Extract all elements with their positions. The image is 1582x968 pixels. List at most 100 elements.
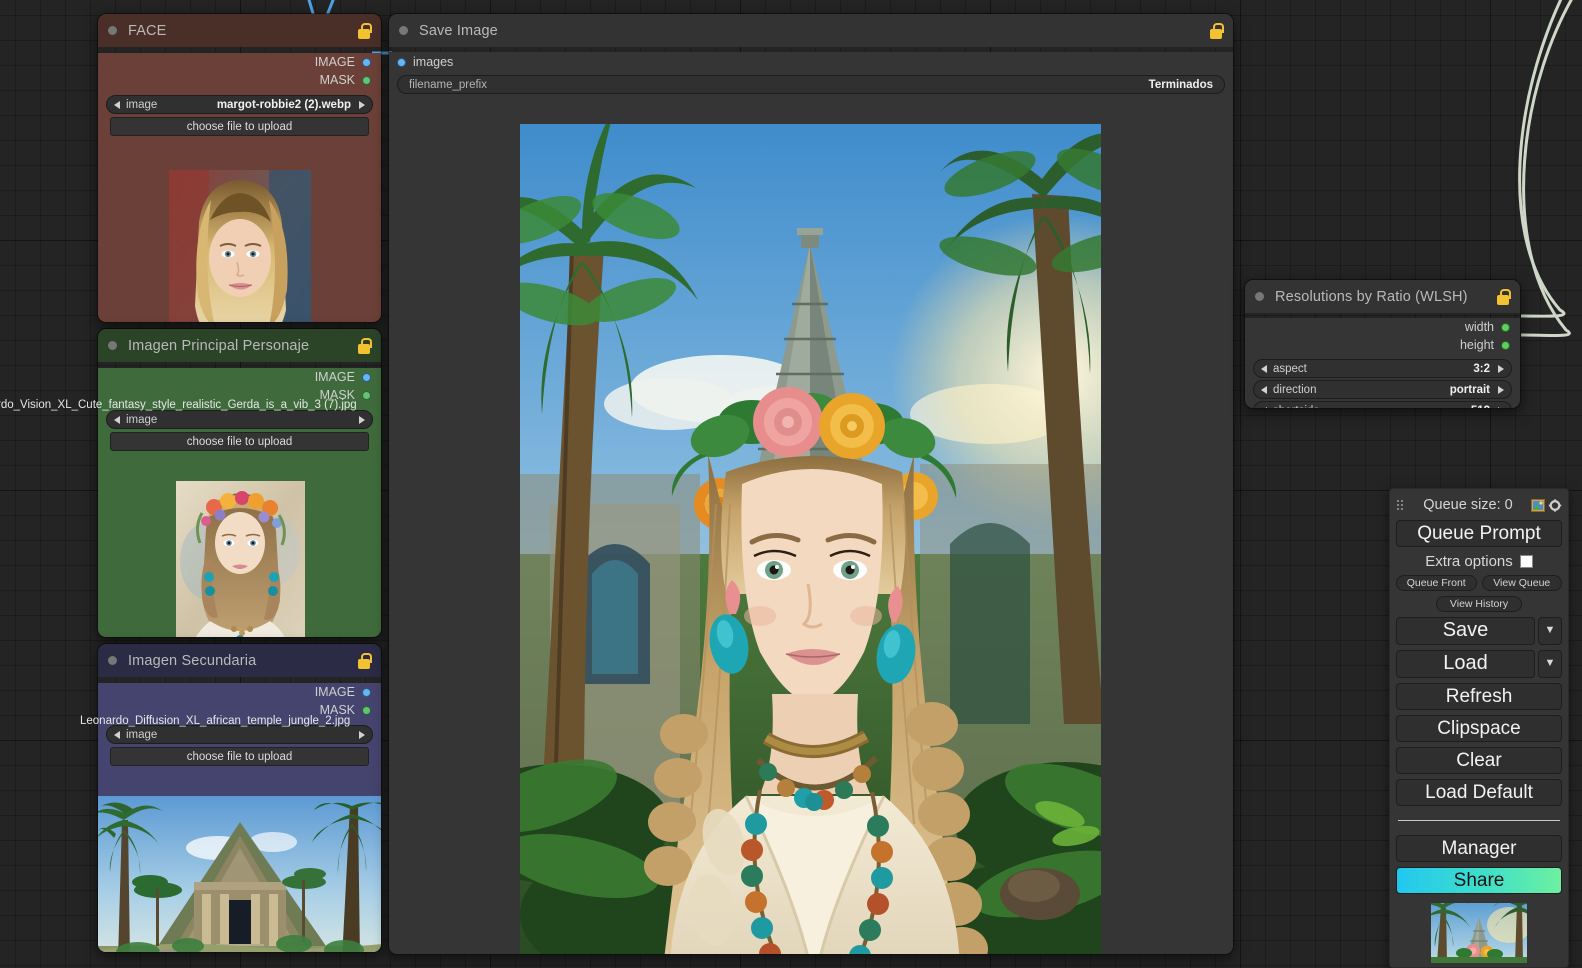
node-title-text: Save Image	[419, 22, 498, 39]
menu-preview-thumbnail[interactable]	[1431, 903, 1527, 963]
image-combo-widget[interactable]: image margot-robbie2 (2).webp	[106, 95, 373, 114]
direction-widget[interactable]: direction portrait	[1253, 380, 1512, 399]
output-slot-height[interactable]: height	[1245, 336, 1520, 354]
refresh-button[interactable]: Refresh	[1396, 683, 1562, 710]
output-slot-image[interactable]: IMAGE	[98, 53, 381, 71]
shortside-widget[interactable]: shortside 512	[1253, 401, 1512, 409]
output-slot-mask[interactable]: MASK	[98, 386, 381, 404]
lock-icon[interactable]	[357, 22, 372, 39]
collapse-dot-icon[interactable]	[108, 341, 117, 350]
menu-divider	[1398, 820, 1560, 821]
view-history-button[interactable]: View History	[1436, 596, 1522, 612]
node-title-text: Resolutions by Ratio (WLSH)	[1275, 288, 1468, 305]
save-caret-icon[interactable]: ▼	[1538, 617, 1562, 645]
comfy-menu-panel[interactable]: Queue size: 0 Queue Prompt Extra options…	[1389, 488, 1569, 968]
prev-arrow-icon[interactable]	[114, 730, 120, 739]
prev-arrow-icon[interactable]	[114, 415, 120, 424]
output-slot-image[interactable]: IMAGE	[98, 683, 381, 701]
menu-header[interactable]: Queue size: 0	[1396, 495, 1562, 515]
widget-value: 512	[1471, 405, 1490, 409]
mask-output-dot-icon[interactable]	[362, 75, 371, 85]
collapse-dot-icon[interactable]	[108, 26, 117, 35]
node-title-text: Imagen Secundaria	[128, 652, 257, 669]
view-queue-button[interactable]: View Queue	[1481, 575, 1562, 591]
drag-handle-icon[interactable]	[1396, 499, 1404, 511]
collapse-dot-icon[interactable]	[1255, 292, 1264, 301]
prev-arrow-icon[interactable]	[1261, 364, 1267, 373]
queue-prompt-button[interactable]: Queue Prompt	[1396, 520, 1562, 547]
node-title-bar[interactable]: Imagen Principal Personaje	[98, 329, 381, 362]
widget-value: portrait	[1449, 383, 1490, 396]
lock-icon[interactable]	[1496, 288, 1511, 305]
load-button-group[interactable]: Load ▼	[1396, 650, 1562, 678]
image-combo-widget[interactable]: image	[106, 725, 373, 744]
prev-arrow-icon[interactable]	[114, 100, 120, 109]
collapse-dot-icon[interactable]	[108, 656, 117, 665]
lock-icon[interactable]	[357, 652, 372, 669]
next-arrow-icon[interactable]	[359, 730, 365, 739]
lock-icon[interactable]	[357, 337, 372, 354]
output-slot-label: MASK	[319, 703, 355, 717]
widget-value: margot-robbie2 (2).webp	[216, 98, 351, 111]
choose-file-to-upload-button[interactable]: choose file to upload	[110, 432, 369, 451]
queue-front-button[interactable]: Queue Front	[1396, 575, 1477, 591]
node-title-bar[interactable]: Resolutions by Ratio (WLSH)	[1245, 280, 1520, 313]
aspect-widget[interactable]: aspect 3:2	[1253, 359, 1512, 378]
input-slot-label: images	[413, 55, 454, 69]
mask-output-dot-icon[interactable]	[362, 390, 371, 400]
output-slot-width[interactable]: width	[1245, 318, 1520, 336]
mask-output-dot-icon[interactable]	[362, 705, 371, 715]
image-icon[interactable]	[1531, 498, 1545, 512]
node-imagen-principal-personaje[interactable]: Imagen Principal Personaje IMAGE MASK im…	[97, 328, 382, 638]
next-arrow-icon[interactable]	[359, 415, 365, 424]
images-input-dot-icon[interactable]	[397, 57, 406, 67]
node-title-bar[interactable]: Imagen Secundaria	[98, 644, 381, 677]
output-slot-label: MASK	[319, 73, 355, 87]
width-output-dot-icon[interactable]	[1501, 322, 1510, 332]
extra-options-row[interactable]: Extra options	[1396, 553, 1562, 570]
height-output-dot-icon[interactable]	[1501, 340, 1510, 350]
save-button-group[interactable]: Save ▼	[1396, 617, 1562, 645]
next-arrow-icon[interactable]	[359, 100, 365, 109]
node-resolutions-by-ratio[interactable]: Resolutions by Ratio (WLSH) width height…	[1244, 279, 1521, 409]
save-button[interactable]: Save	[1396, 617, 1535, 645]
collapse-dot-icon[interactable]	[399, 26, 408, 35]
node-save-image[interactable]: Save Image images filename_prefix Termin…	[388, 13, 1234, 955]
output-slot-image[interactable]: IMAGE	[98, 368, 381, 386]
choose-file-to-upload-button[interactable]: choose file to upload	[110, 117, 369, 136]
extra-options-label: Extra options	[1425, 553, 1513, 570]
clipspace-button[interactable]: Clipspace	[1396, 715, 1562, 742]
node-title-bar[interactable]: Save Image	[389, 14, 1233, 47]
image-output-dot-icon[interactable]	[362, 687, 371, 697]
image-combo-widget[interactable]: image	[106, 410, 373, 429]
extra-options-checkbox[interactable]	[1519, 555, 1533, 568]
node-face[interactable]: FACE IMAGE MASK image margot-robbie2 (2)…	[97, 13, 382, 323]
image-preview-save-image	[520, 124, 1101, 954]
prev-arrow-icon[interactable]	[1261, 406, 1267, 408]
next-arrow-icon[interactable]	[1498, 385, 1504, 394]
filename-prefix-widget[interactable]: filename_prefix Terminados	[397, 75, 1225, 94]
load-button[interactable]: Load	[1396, 650, 1535, 678]
node-title-bar[interactable]: FACE	[98, 14, 381, 47]
choose-file-to-upload-button[interactable]: choose file to upload	[110, 747, 369, 766]
gear-icon[interactable]	[1548, 498, 1562, 512]
image-output-dot-icon[interactable]	[362, 57, 371, 67]
share-button[interactable]: Share	[1396, 867, 1562, 894]
clear-button[interactable]: Clear	[1396, 747, 1562, 774]
input-slot-images[interactable]: images	[389, 52, 1233, 72]
next-arrow-icon[interactable]	[1498, 406, 1504, 408]
output-slot-mask[interactable]: MASK	[98, 71, 381, 89]
node-imagen-secundaria[interactable]: Imagen Secundaria IMAGE MASK image choos…	[97, 643, 382, 953]
output-slot-label: MASK	[319, 388, 355, 402]
load-default-button[interactable]: Load Default	[1396, 779, 1562, 806]
image-output-dot-icon[interactable]	[362, 372, 371, 382]
load-caret-icon[interactable]: ▼	[1538, 650, 1562, 678]
output-slot-label: height	[1459, 338, 1494, 352]
manager-button[interactable]: Manager	[1396, 835, 1562, 862]
prev-arrow-icon[interactable]	[1261, 385, 1267, 394]
output-slot-mask[interactable]: MASK	[98, 701, 381, 719]
next-arrow-icon[interactable]	[1498, 364, 1504, 373]
lock-icon[interactable]	[1209, 22, 1224, 39]
queue-buttons-row: Queue Front View Queue	[1396, 575, 1562, 591]
widget-label: image	[126, 413, 158, 426]
